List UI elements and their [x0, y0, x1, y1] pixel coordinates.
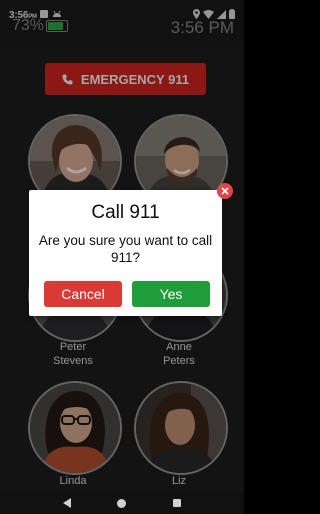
dialog-title: Call 911	[91, 202, 160, 223]
cancel-button[interactable]: Cancel	[44, 281, 122, 307]
dialog-message: Are you sure you want to call 911?	[38, 233, 213, 265]
confirm-call-dialog: Call 911 Are you sure you want to call 9…	[29, 190, 222, 316]
system-nav-bar	[0, 492, 244, 514]
recent-apps-icon[interactable]	[172, 499, 181, 507]
confirm-yes-button[interactable]: Yes	[132, 281, 210, 307]
app-screen: 3:56PM 73% 3:56 PM EMERGENCY 911 Peter S…	[0, 0, 244, 514]
home-icon[interactable]	[117, 498, 127, 508]
back-icon[interactable]	[63, 498, 72, 508]
close-icon	[221, 187, 229, 195]
dialog-close-button[interactable]	[217, 183, 233, 199]
